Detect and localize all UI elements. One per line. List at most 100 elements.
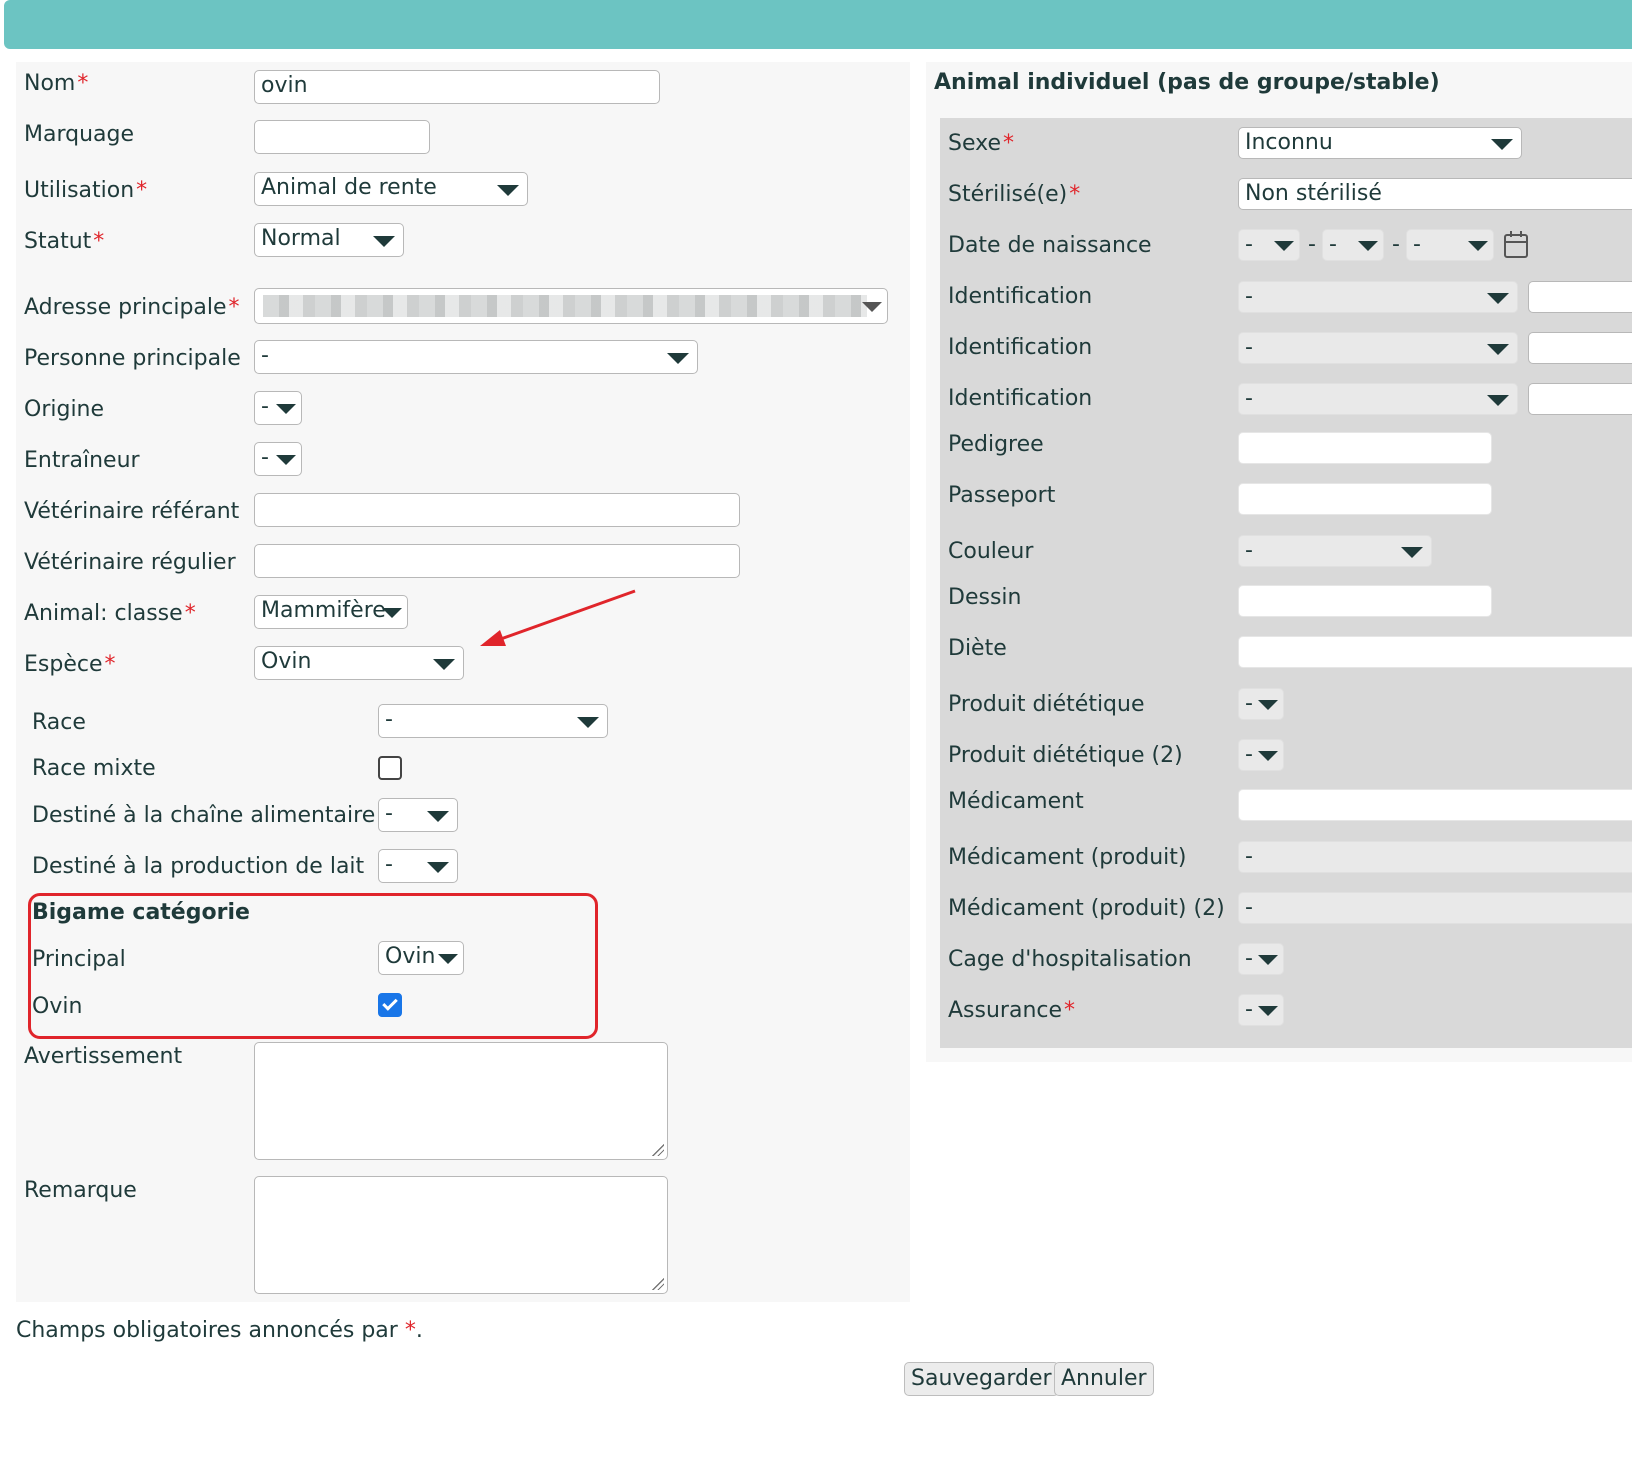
produit-diet-label: Produit diététique xyxy=(948,692,1145,717)
race-mixte-checkbox[interactable] xyxy=(378,756,402,780)
personne-select[interactable]: - xyxy=(254,340,698,374)
race-label: Race xyxy=(32,710,86,735)
principal-label: Principal xyxy=(32,947,126,972)
entraineur-select[interactable]: - xyxy=(254,442,302,476)
race-select[interactable]: - xyxy=(378,704,608,738)
dessin-input[interactable] xyxy=(1238,585,1492,617)
vet-referant-input[interactable] xyxy=(254,493,740,527)
vet-regulier-input[interactable] xyxy=(254,544,740,578)
chevron-down-icon xyxy=(1487,293,1509,304)
checkmark-icon xyxy=(382,995,398,1011)
required-fields-note: Champs obligatoires annoncés par *. xyxy=(16,1318,423,1343)
right-section-title: Animal individuel (pas de groupe/stable) xyxy=(934,70,1440,95)
date-separator: - xyxy=(1392,232,1400,257)
remarque-textarea[interactable] xyxy=(254,1176,668,1294)
produit-diet-select[interactable]: - xyxy=(1238,688,1284,720)
vet-referant-label: Vétérinaire référant xyxy=(24,499,240,524)
med-produit-select[interactable]: - xyxy=(1238,841,1632,873)
identification-label-3: Identification xyxy=(948,386,1093,411)
chevron-down-icon xyxy=(1258,955,1278,965)
identification-input-1[interactable] xyxy=(1528,281,1632,313)
identification-type-select-3[interactable]: - xyxy=(1238,383,1518,415)
chevron-down-icon xyxy=(427,862,449,873)
cancel-button[interactable]: Annuler xyxy=(1054,1362,1154,1396)
birth-day-select[interactable]: - xyxy=(1238,229,1300,261)
identification-type-select-1[interactable]: - xyxy=(1238,281,1518,313)
chevron-down-icon xyxy=(1258,751,1278,761)
adresse-label: Adresse principale* xyxy=(24,295,240,320)
identification-input-3[interactable] xyxy=(1528,383,1632,415)
chevron-down-icon xyxy=(1468,241,1488,251)
cage-select[interactable]: - xyxy=(1238,943,1284,975)
marquage-label: Marquage xyxy=(24,122,135,147)
espece-select[interactable]: Ovin xyxy=(254,646,464,680)
origine-select[interactable]: - xyxy=(254,391,302,425)
entraineur-label: Entraîneur xyxy=(24,448,140,473)
date-separator: - xyxy=(1308,232,1316,257)
couleur-select[interactable]: - xyxy=(1238,535,1432,567)
adresse-select[interactable] xyxy=(254,288,888,324)
chevron-down-icon xyxy=(373,236,395,247)
chevron-down-icon xyxy=(1487,344,1509,355)
passeport-input[interactable] xyxy=(1238,483,1492,515)
personne-label: Personne principale xyxy=(24,346,241,371)
marquage-input[interactable] xyxy=(254,120,430,154)
chevron-down-icon xyxy=(1258,700,1278,710)
chevron-down-icon xyxy=(1258,1006,1278,1016)
chevron-down-icon xyxy=(1401,547,1423,558)
pedigree-input[interactable] xyxy=(1238,432,1492,464)
remarque-label: Remarque xyxy=(24,1178,137,1203)
diete-label: Diète xyxy=(948,636,1007,661)
diete-input[interactable] xyxy=(1238,636,1632,668)
chevron-down-icon xyxy=(862,302,882,312)
chevron-down-icon xyxy=(497,185,519,196)
birth-year-select[interactable]: - xyxy=(1406,229,1494,261)
ovin-label: Ovin xyxy=(32,994,83,1019)
cage-label: Cage d'hospitalisation xyxy=(948,947,1192,972)
med-produit-label: Médicament (produit) xyxy=(948,845,1187,870)
chevron-down-icon xyxy=(427,811,449,822)
assurance-select[interactable]: - xyxy=(1238,994,1284,1026)
prod-lait-select[interactable]: - xyxy=(378,849,458,883)
ovin-checkbox[interactable] xyxy=(378,993,402,1017)
chevron-down-icon xyxy=(1487,395,1509,406)
principal-select[interactable]: Ovin xyxy=(378,941,464,975)
classe-label: Animal: classe* xyxy=(24,601,196,626)
sexe-select[interactable]: Inconnu xyxy=(1238,127,1522,159)
calendar-icon[interactable] xyxy=(1504,231,1528,258)
couleur-label: Couleur xyxy=(948,539,1034,564)
resize-handle-icon[interactable] xyxy=(652,1144,664,1156)
chevron-down-icon xyxy=(382,608,402,618)
chaine-alim-select[interactable]: - xyxy=(378,798,458,832)
chevron-down-icon xyxy=(667,353,689,364)
med-produit2-select[interactable]: - xyxy=(1238,892,1632,924)
red-arrow-annotation xyxy=(480,589,636,646)
avertissement-textarea[interactable] xyxy=(254,1042,668,1160)
sexe-label: Sexe* xyxy=(948,131,1014,156)
bigame-section-title: Bigame catégorie xyxy=(32,900,250,925)
birth-month-select[interactable]: - xyxy=(1322,229,1384,261)
medicament-input[interactable] xyxy=(1238,789,1632,821)
identification-label-2: Identification xyxy=(948,335,1093,360)
vet-regulier-label: Vétérinaire régulier xyxy=(24,550,236,575)
sterilise-select[interactable]: Non stérilisé xyxy=(1238,178,1632,210)
save-button[interactable]: Sauvegarder xyxy=(904,1362,1059,1396)
produit-diet2-label: Produit diététique (2) xyxy=(948,743,1183,768)
chevron-down-icon xyxy=(438,954,458,964)
prod-lait-label: Destiné à la production de lait xyxy=(32,854,365,879)
origine-label: Origine xyxy=(24,397,105,422)
identification-type-select-2[interactable]: - xyxy=(1238,332,1518,364)
med-produit2-label: Médicament (produit) (2) xyxy=(948,896,1225,921)
utilisation-select[interactable]: Animal de rente xyxy=(254,172,528,206)
assurance-label: Assurance* xyxy=(948,998,1076,1023)
race-mixte-label: Race mixte xyxy=(32,756,156,781)
chevron-down-icon xyxy=(276,455,296,465)
espece-label: Espèce* xyxy=(24,652,116,677)
classe-select[interactable]: Mammifère xyxy=(254,595,408,629)
statut-select[interactable]: Normal xyxy=(254,223,404,257)
nom-input[interactable]: ovin xyxy=(254,70,660,104)
produit-diet2-select[interactable]: - xyxy=(1238,739,1284,771)
chevron-down-icon xyxy=(577,717,599,728)
identification-input-2[interactable] xyxy=(1528,332,1632,364)
resize-handle-icon[interactable] xyxy=(652,1278,664,1290)
